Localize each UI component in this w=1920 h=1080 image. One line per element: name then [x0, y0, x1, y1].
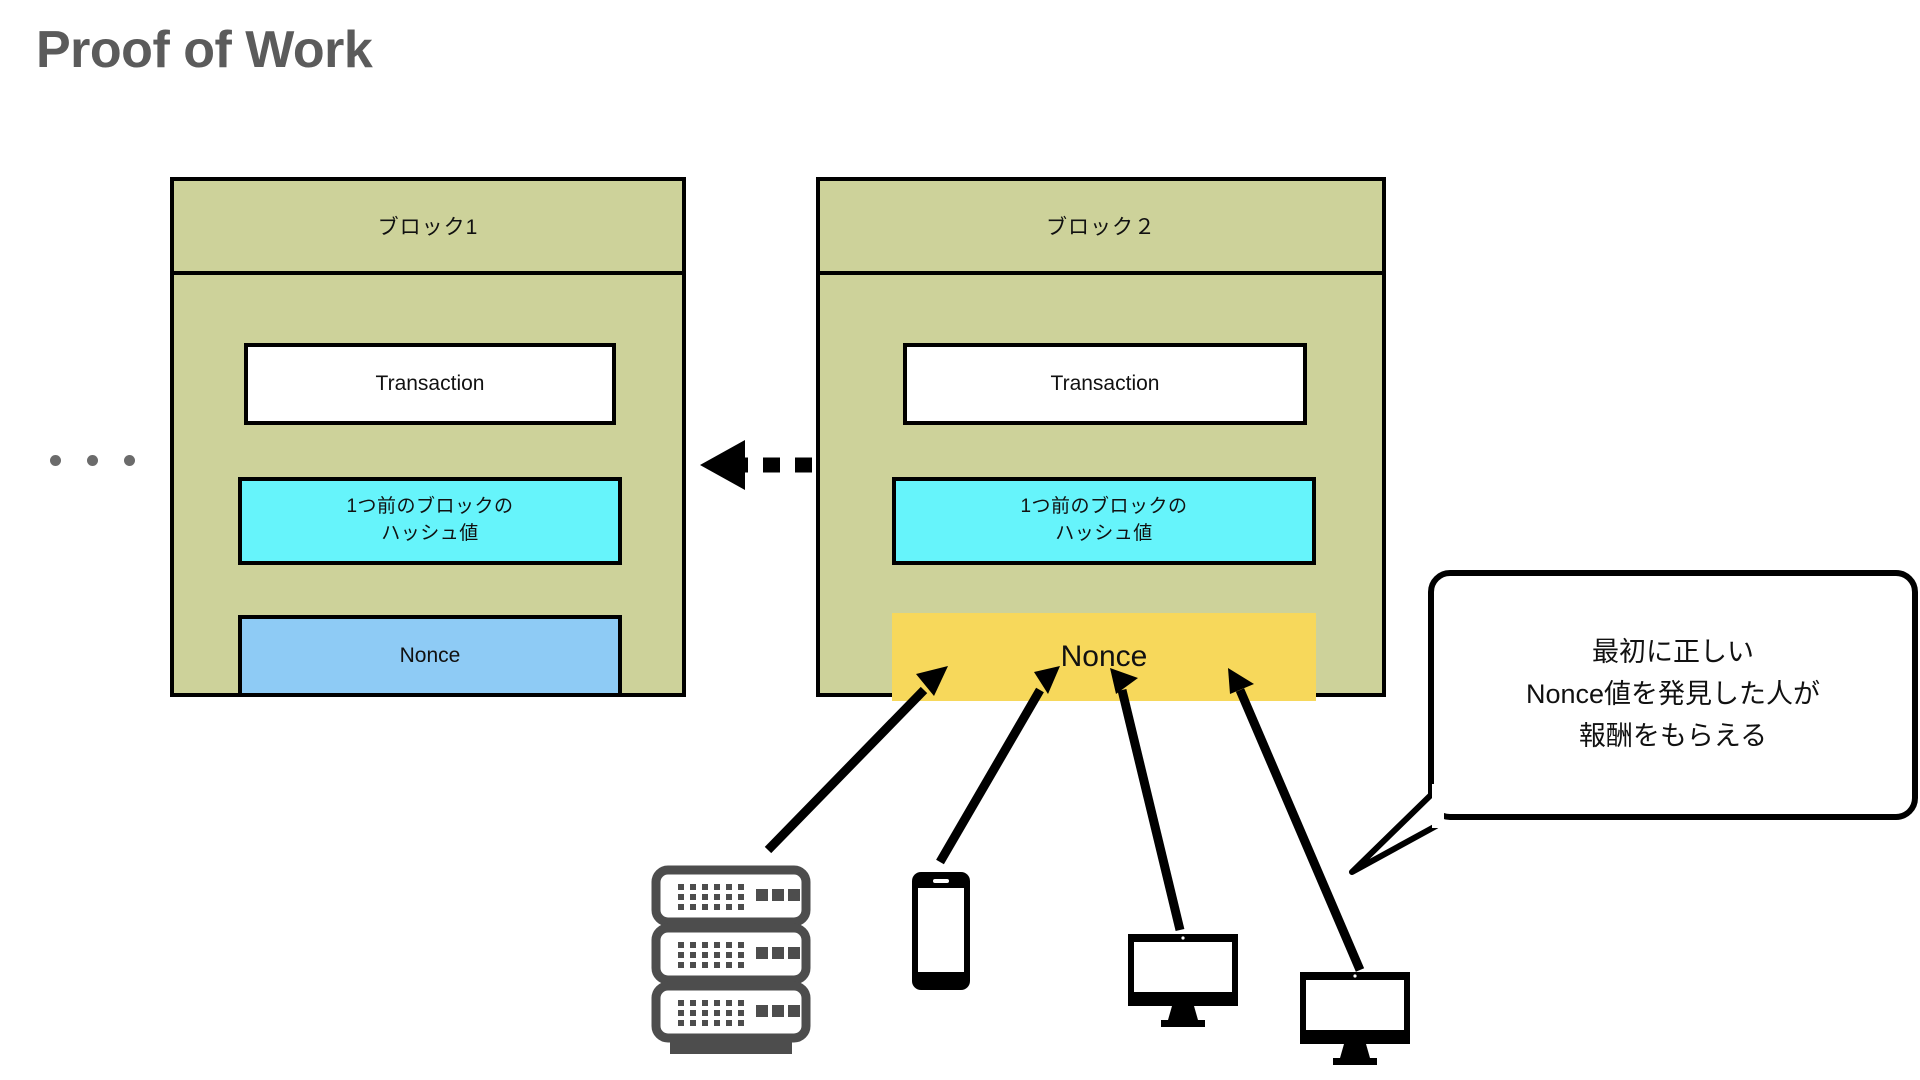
desktop-monitor-icon [1128, 934, 1238, 1027]
miner-arrow-monitor-1 [1110, 668, 1185, 932]
diagram-canvas: Proof of Work ブロック1 Transaction 1つ前のブロック… [0, 0, 1920, 1080]
block-1-previous-hash-line2: ハッシュ値 [381, 523, 479, 544]
block-1-header: ブロック1 [174, 181, 682, 275]
block-1-previous-hash[interactable]: 1つ前のブロックの ハッシュ値 [238, 477, 622, 565]
dot [87, 455, 98, 466]
block-2-previous-hash-line1: 1つ前のブロックの [1020, 496, 1188, 518]
reward-callout[interactable]: 最初に正しい Nonce値を発見した人が 報酬をもらえる [1428, 570, 1918, 820]
block-2-body: Transaction 1つ前のブロックの ハッシュ値 Nonce [820, 275, 1382, 701]
reward-callout-line-3: 報酬をもらえる [1578, 720, 1768, 751]
block-2-transaction[interactable]: Transaction [903, 343, 1307, 425]
dot [124, 455, 135, 466]
chain-link-arrow [700, 440, 812, 490]
block-2-header: ブロック２ [820, 181, 1382, 275]
block-2-nonce-label: Nonce [1060, 639, 1148, 673]
block-1[interactable]: ブロック1 Transaction 1つ前のブロックの ハッシュ値 Nonce [170, 177, 686, 697]
smartphone-icon [912, 872, 970, 990]
block-2-transaction-label: Transaction [1050, 372, 1160, 396]
block-1-transaction[interactable]: Transaction [244, 343, 616, 425]
reward-callout-line-1: 最初に正しい [1591, 637, 1754, 668]
chain-continuation-dots [50, 455, 135, 466]
block-1-transaction-label: Transaction [375, 372, 485, 396]
block-1-body: Transaction 1つ前のブロックの ハッシュ値 Nonce [174, 275, 682, 697]
block-1-previous-hash-line1: 1つ前のブロックの [346, 496, 514, 518]
reward-callout-line-2: Nonce値を発見した人が [1525, 679, 1821, 710]
reward-callout-text: 最初に正しい Nonce値を発見した人が 報酬をもらえる [1508, 632, 1838, 758]
block-1-nonce-label: Nonce [399, 644, 461, 668]
block-2[interactable]: ブロック２ Transaction 1つ前のブロックの ハッシュ値 Nonce [816, 177, 1386, 701]
miner-arrow-monitor-2 [1228, 668, 1365, 972]
block-2-previous-hash-line2: ハッシュ値 [1055, 523, 1153, 544]
dot [50, 455, 61, 466]
desktop-monitor-icon-2 [1300, 972, 1410, 1065]
block-2-nonce[interactable]: Nonce [892, 613, 1316, 701]
server-icon [651, 865, 811, 1054]
block-1-nonce[interactable]: Nonce [238, 615, 622, 697]
block-2-previous-hash[interactable]: 1つ前のブロックの ハッシュ値 [892, 477, 1316, 565]
page-title: Proof of Work [36, 21, 373, 79]
